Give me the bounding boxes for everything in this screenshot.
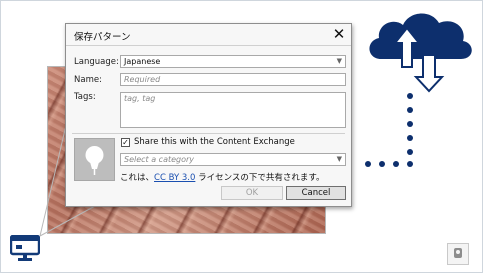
name-input[interactable]: Required [120, 73, 346, 86]
monitor-icon [10, 235, 40, 261]
ok-button[interactable]: OK [221, 186, 283, 200]
save-pattern-dialog: 保存パターン ✕ Language: Japanese ▼ Name: Requ… [65, 23, 352, 207]
share-checkbox[interactable]: ✓ [121, 138, 130, 147]
close-button[interactable]: ✕ [332, 25, 346, 43]
section-divider [72, 133, 345, 134]
tags-label: Tags: [74, 92, 96, 102]
dialog-title: 保存パターン [74, 32, 131, 43]
chevron-down-icon: ▼ [336, 57, 342, 65]
dotted-connector [365, 93, 413, 167]
license-prefix: これは、 [120, 173, 155, 183]
cancel-button[interactable]: Cancel [286, 186, 346, 200]
tags-input[interactable]: tag, tag [120, 92, 346, 128]
language-value: Japanese [124, 57, 161, 66]
chevron-down-icon: ▼ [336, 155, 342, 163]
license-suffix: ライセンスの下で共有されます。 [195, 173, 325, 183]
lightbulb-icon [85, 146, 104, 175]
category-select[interactable]: Select a category ▼ [120, 153, 346, 166]
name-label: Name: [74, 75, 102, 85]
category-placeholder: Select a category [124, 155, 195, 164]
thumbnail-preview [74, 138, 115, 181]
license-link[interactable]: CC BY 3.0 [154, 173, 195, 183]
language-select[interactable]: Japanese ▼ [120, 55, 346, 68]
share-label: Share this with the Content Exchange [134, 137, 295, 147]
pin-icon [454, 248, 462, 258]
cloud-upload-download-icon [369, 13, 472, 93]
image-placeholder-icon[interactable] [447, 243, 469, 265]
language-label: Language: [74, 57, 119, 67]
title-divider [66, 45, 351, 46]
license-text: これは、CC BY 3.0 ライセンスの下で共有されます。 [120, 171, 325, 183]
close-icon: ✕ [332, 25, 346, 43]
